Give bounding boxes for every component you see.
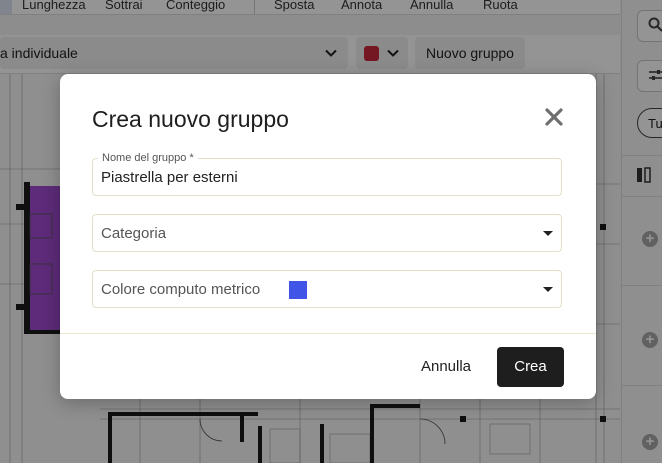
create-button[interactable]: Crea <box>497 347 564 387</box>
close-icon <box>545 108 563 126</box>
close-button[interactable] <box>542 105 566 129</box>
metric-color-label: Colore computo metrico <box>101 281 261 298</box>
group-name-value: Piastrella per esterni <box>101 169 238 186</box>
dialog-footer-divider <box>60 333 596 334</box>
group-name-input[interactable]: Nome del gruppo * Piastrella per esterni <box>92 152 562 196</box>
dialog-title: Crea nuovo gruppo <box>92 106 289 132</box>
dropdown-arrow-icon <box>543 287 553 292</box>
create-group-dialog: Crea nuovo gruppo Nome del gruppo * Pias… <box>60 74 596 399</box>
dropdown-arrow-icon <box>543 231 553 236</box>
category-select[interactable]: Categoria <box>92 214 562 252</box>
category-placeholder: Categoria <box>101 225 167 242</box>
metric-color-swatch <box>289 281 307 299</box>
group-name-label: Nome del gruppo * <box>98 152 198 164</box>
cancel-button[interactable]: Annulla <box>400 347 492 387</box>
metric-color-select[interactable]: Colore computo metrico <box>92 270 562 308</box>
